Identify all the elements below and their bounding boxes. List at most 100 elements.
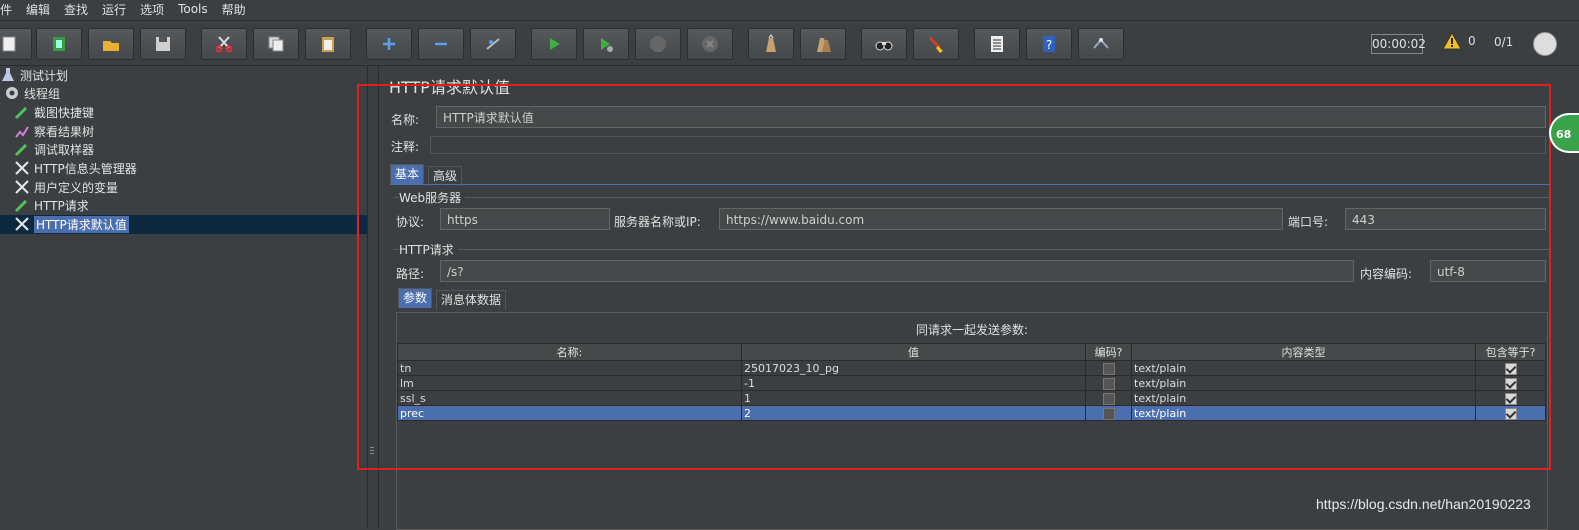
encode-cell[interactable] [1085, 390, 1132, 406]
comment-field[interactable] [430, 136, 1546, 154]
tree-item-user-variables[interactable]: 用户定义的变量 [14, 178, 118, 196]
reset-search-button[interactable] [913, 28, 959, 60]
cut-button[interactable] [201, 28, 247, 60]
start-no-pause-button[interactable] [583, 28, 629, 60]
param-value[interactable]: 25017023_10_pg [741, 360, 1086, 376]
remote-button[interactable] [1078, 28, 1124, 60]
include-equals-checkbox[interactable] [1504, 362, 1517, 375]
tree-item-label: 测试计划 [20, 68, 69, 83]
tree-item-label: HTTP请求 [34, 198, 89, 213]
tree-item-header-manager[interactable]: HTTP信息头管理器 [14, 159, 137, 177]
column-header-value[interactable]: 值 [741, 343, 1086, 361]
encode-cell[interactable] [1085, 405, 1132, 421]
tab-body-data[interactable]: 消息体数据 [436, 290, 507, 310]
open-button[interactable] [88, 28, 134, 60]
column-header-encode[interactable]: 编码? [1085, 343, 1132, 361]
templates-button[interactable] [36, 28, 82, 60]
tree-item-thread-group[interactable]: 线程组 [4, 84, 60, 102]
name-field[interactable]: HTTP请求默认值 [436, 106, 1546, 128]
include-equals-cell[interactable] [1475, 360, 1546, 376]
param-content-type[interactable]: text/plain [1131, 390, 1476, 406]
server-field[interactable]: https://www.baidu.com [719, 208, 1283, 230]
menu-options[interactable]: 选项 [140, 1, 164, 18]
encoding-field[interactable]: utf-8 [1430, 260, 1546, 282]
param-value[interactable]: -1 [741, 375, 1086, 391]
clear-all-button[interactable] [800, 28, 846, 60]
tree-item-debug-sampler[interactable]: 调试取样器 [14, 140, 94, 158]
save-button[interactable] [140, 28, 186, 60]
new-button[interactable] [0, 28, 32, 60]
path-field[interactable]: /s? [440, 260, 1354, 282]
encode-checkbox[interactable] [1102, 407, 1115, 420]
table-row[interactable]: tn 25017023_10_pg text/plain [397, 360, 1546, 376]
encoding-label: 内容编码: [1360, 267, 1413, 281]
toggle-button[interactable] [470, 28, 516, 60]
tree-item-test-plan[interactable]: 测试计划 [0, 66, 68, 84]
search-button[interactable] [861, 28, 907, 60]
tree-item-screenshot-shortcut[interactable]: 截图快捷键 [14, 103, 94, 121]
param-name[interactable]: tn [397, 360, 742, 376]
stop-button[interactable] [635, 28, 681, 60]
menu-tools[interactable]: Tools [178, 2, 208, 16]
tab-underline [390, 184, 1550, 185]
param-name[interactable]: prec [397, 405, 742, 421]
help-button[interactable]: ? [1026, 28, 1072, 60]
tab-advanced[interactable]: 高级 [428, 166, 463, 186]
tab-basic[interactable]: 基本 [390, 164, 425, 184]
copy-button[interactable] [253, 28, 299, 60]
expand-button[interactable] [366, 28, 412, 60]
page-title: HTTP请求默认值 [389, 78, 510, 97]
column-header-content-type[interactable]: 内容类型 [1131, 343, 1476, 361]
parameters-title: 同请求一起发送参数: [915, 323, 1029, 337]
encode-checkbox[interactable] [1102, 362, 1115, 375]
remote-icon [1093, 38, 1109, 49]
table-row[interactable]: lm -1 text/plain [397, 375, 1546, 391]
include-equals-checkbox[interactable] [1504, 407, 1517, 420]
pipette-icon [14, 104, 30, 120]
collapse-button[interactable] [418, 28, 464, 60]
column-header-include-equals[interactable]: 包含等于? [1475, 343, 1546, 361]
function-helper-button[interactable] [974, 28, 1020, 60]
start-button[interactable] [531, 28, 577, 60]
param-content-type[interactable]: text/plain [1131, 405, 1476, 421]
warning-counter[interactable]: 0 [1442, 32, 1476, 50]
include-equals-checkbox[interactable] [1504, 377, 1517, 390]
param-name[interactable]: ssl_s [397, 390, 742, 406]
param-content-type[interactable]: text/plain [1131, 360, 1476, 376]
menu-edit[interactable]: 编辑 [26, 1, 50, 18]
menu-run[interactable]: 运行 [102, 1, 126, 18]
include-equals-cell[interactable] [1475, 405, 1546, 421]
svg-text:?: ? [1046, 38, 1052, 52]
encode-checkbox[interactable] [1102, 377, 1115, 390]
parameters-table: 名称: 值 编码? 内容类型 包含等于? tn 25017023_10_pg t… [397, 343, 1546, 421]
param-name[interactable]: lm [397, 375, 742, 391]
include-equals-checkbox[interactable] [1504, 392, 1517, 405]
param-content-type[interactable]: text/plain [1131, 375, 1476, 391]
param-value[interactable]: 2 [741, 405, 1086, 421]
encode-cell[interactable] [1085, 375, 1132, 391]
include-equals-cell[interactable] [1475, 390, 1546, 406]
splitter-grip[interactable] [370, 445, 376, 459]
menu-help[interactable]: 帮助 [222, 1, 246, 18]
tree-item-http-request[interactable]: HTTP请求 [14, 196, 89, 214]
tree-item-view-results-tree[interactable]: 察看结果树 [14, 122, 94, 140]
tab-parameters[interactable]: 参数 [398, 288, 433, 308]
include-equals-cell[interactable] [1475, 375, 1546, 391]
tree-item-http-request-defaults[interactable]: HTTP请求默认值 [14, 215, 129, 233]
encode-cell[interactable] [1085, 360, 1132, 376]
table-row-selected[interactable]: prec 2 text/plain [397, 405, 1546, 421]
menu-search[interactable]: 查找 [64, 1, 88, 18]
paste-button[interactable] [305, 28, 351, 60]
table-row[interactable]: ssl_s 1 text/plain [397, 390, 1546, 406]
watermark: https://blog.csdn.net/han20190223 [1316, 496, 1531, 512]
encode-checkbox[interactable] [1102, 392, 1115, 405]
port-field[interactable]: 443 [1345, 208, 1546, 230]
protocol-field[interactable]: https [440, 208, 610, 230]
menu-file[interactable]: 件 [0, 1, 12, 18]
param-value[interactable]: 1 [741, 390, 1086, 406]
shutdown-button[interactable] [687, 28, 733, 60]
tree-item-label: 截图快捷键 [34, 105, 95, 120]
name-label: 名称: [391, 113, 420, 127]
column-header-name[interactable]: 名称: [397, 343, 742, 361]
clear-button[interactable] [748, 28, 794, 60]
